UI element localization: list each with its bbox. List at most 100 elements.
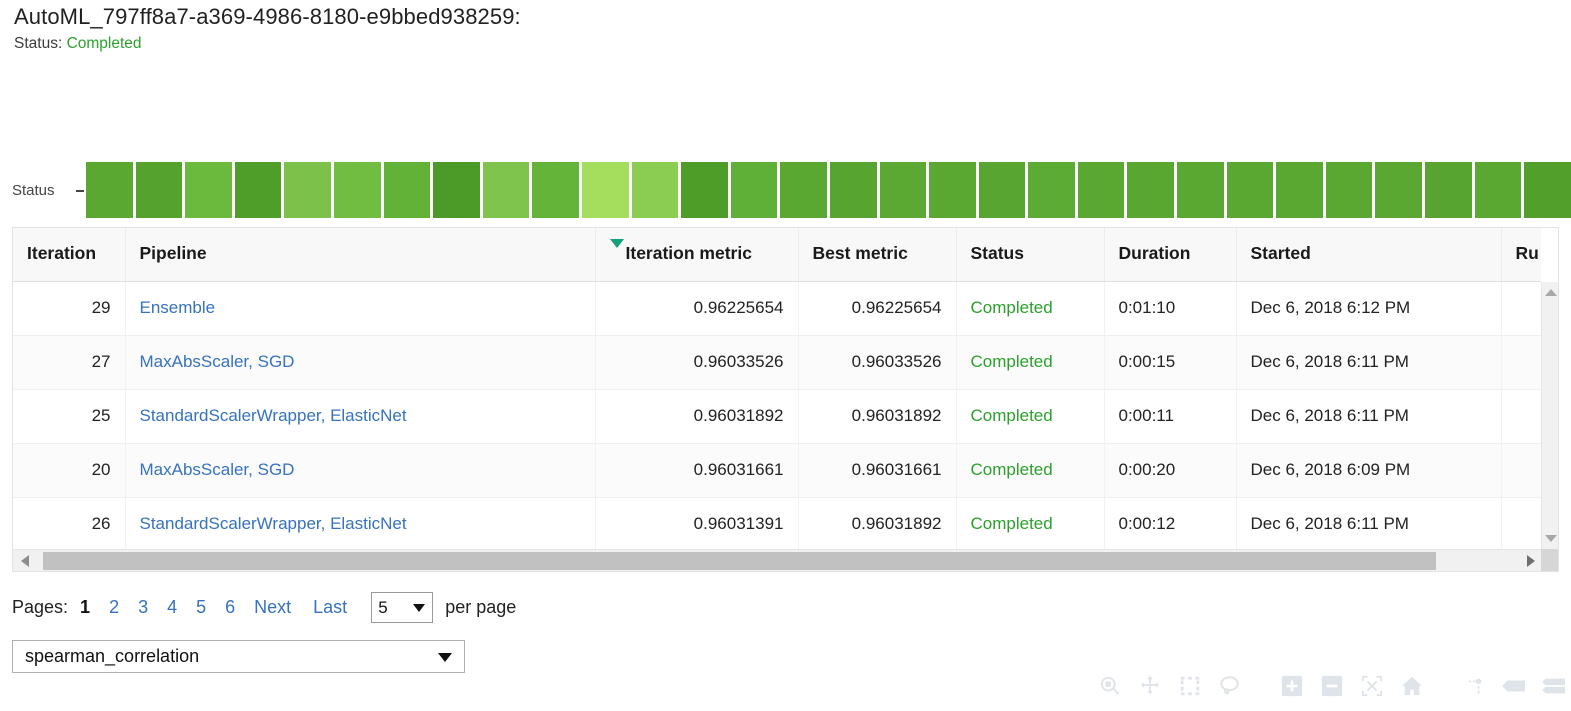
chevron-down-icon xyxy=(413,604,425,612)
table-row[interactable]: 26 StandardScalerWrapper, ElasticNet 0.960… xyxy=(13,497,1541,549)
status-bar[interactable] xyxy=(731,162,781,218)
box-select-icon[interactable] xyxy=(1177,673,1203,699)
cell-best-metric: 0.96031892 xyxy=(798,389,956,443)
status-bar[interactable] xyxy=(1326,162,1376,218)
status-bar[interactable] xyxy=(532,162,582,218)
status-bar[interactable] xyxy=(1078,162,1128,218)
status-bar[interactable] xyxy=(1127,162,1177,218)
status-bar[interactable] xyxy=(1475,162,1525,218)
pipeline-link[interactable]: MaxAbsScaler, SGD xyxy=(140,460,295,479)
page-link-1[interactable]: 1 xyxy=(80,597,90,618)
status-bar[interactable] xyxy=(483,162,533,218)
column-header-run[interactable]: Ru xyxy=(1501,228,1541,281)
status-bar[interactable] xyxy=(284,162,334,218)
cell-pipeline[interactable]: StandardScalerWrapper, ElasticNet xyxy=(125,389,595,443)
cell-pipeline[interactable]: MaxAbsScaler, SGD xyxy=(125,335,595,389)
status-bar[interactable] xyxy=(1276,162,1326,218)
column-header-status[interactable]: Status xyxy=(956,228,1104,281)
page-link-3[interactable]: 3 xyxy=(138,597,148,618)
cell-run xyxy=(1501,497,1541,549)
cell-pipeline[interactable]: Ensemble xyxy=(125,281,595,335)
pipeline-link[interactable]: Ensemble xyxy=(140,298,216,317)
horizontal-scroll-thumb[interactable] xyxy=(43,552,1436,570)
cell-pipeline[interactable]: StandardScalerWrapper, ElasticNet xyxy=(125,497,595,549)
page-link-4[interactable]: 4 xyxy=(167,597,177,618)
toggle-spike-lines-icon[interactable] xyxy=(1461,673,1487,699)
column-header-started[interactable]: Started xyxy=(1236,228,1501,281)
autoscale-icon[interactable] xyxy=(1359,673,1385,699)
pipeline-link[interactable]: MaxAbsScaler, SGD xyxy=(140,352,295,371)
per-page-select[interactable]: 5 xyxy=(371,592,433,623)
column-header-iteration-metric[interactable]: Iteration metric xyxy=(595,228,798,281)
zoom-icon[interactable] xyxy=(1097,673,1123,699)
lasso-select-icon[interactable] xyxy=(1217,673,1243,699)
pan-icon[interactable] xyxy=(1137,673,1163,699)
table-row[interactable]: 29Ensemble0.962256540.96225654Completed0… xyxy=(13,281,1541,335)
zoom-out-icon[interactable] xyxy=(1319,673,1345,699)
chart-y-axis-label: Status xyxy=(12,182,55,199)
status-bar[interactable] xyxy=(830,162,880,218)
cell-status: Completed xyxy=(956,497,1104,549)
status-bar[interactable] xyxy=(582,162,632,218)
scroll-right-arrow-icon[interactable] xyxy=(1527,555,1535,567)
cell-iteration: 26 xyxy=(13,497,125,549)
scroll-down-arrow-icon[interactable] xyxy=(1542,530,1559,547)
status-badge: Completed xyxy=(971,406,1053,425)
cell-best-metric: 0.96033526 xyxy=(798,335,956,389)
column-header-duration[interactable]: Duration xyxy=(1104,228,1236,281)
zoom-in-icon[interactable] xyxy=(1279,673,1305,699)
pipeline-link[interactable]: StandardScalerWrapper, ElasticNet xyxy=(140,406,407,425)
status-bar[interactable] xyxy=(334,162,384,218)
scroll-up-arrow-icon[interactable] xyxy=(1542,284,1559,301)
table-row[interactable]: 27MaxAbsScaler, SGD0.960335260.96033526C… xyxy=(13,335,1541,389)
cell-iteration: 29 xyxy=(13,281,125,335)
status-bar[interactable] xyxy=(1177,162,1227,218)
status-bar[interactable] xyxy=(929,162,979,218)
per-page-value: 5 xyxy=(378,598,387,618)
page-link-6[interactable]: 6 xyxy=(225,597,235,618)
cell-duration: 0:00:11 xyxy=(1104,389,1236,443)
status-bar[interactable] xyxy=(681,162,731,218)
column-header-best-metric[interactable]: Best metric xyxy=(798,228,956,281)
cell-started: Dec 6, 2018 6:11 PM xyxy=(1236,335,1501,389)
column-header-iteration[interactable]: Iteration xyxy=(13,228,125,281)
status-bar[interactable] xyxy=(1375,162,1425,218)
status-bar[interactable] xyxy=(1524,162,1571,218)
cell-pipeline[interactable]: MaxAbsScaler, SGD xyxy=(125,443,595,497)
status-bar[interactable] xyxy=(136,162,186,218)
hover-compare-icon[interactable] xyxy=(1501,673,1527,699)
status-bar[interactable] xyxy=(979,162,1029,218)
pipeline-link[interactable]: StandardScalerWrapper, ElasticNet xyxy=(140,514,407,533)
status-bars[interactable] xyxy=(86,162,1571,218)
status-bar[interactable] xyxy=(632,162,682,218)
status-bar[interactable] xyxy=(185,162,235,218)
table-row[interactable]: 25StandardScalerWrapper, ElasticNet0.960… xyxy=(13,389,1541,443)
status-bar[interactable] xyxy=(1028,162,1078,218)
status-bar[interactable] xyxy=(86,162,136,218)
reset-axes-home-icon[interactable] xyxy=(1399,673,1425,699)
status-bar[interactable] xyxy=(1227,162,1277,218)
cell-started: Dec 6, 2018 6:11 PM xyxy=(1236,497,1501,549)
cell-run xyxy=(1501,335,1541,389)
metric-select[interactable]: spearman_correlation xyxy=(12,640,465,673)
page-link-5[interactable]: 5 xyxy=(196,597,206,618)
column-header-pipeline[interactable]: Pipeline xyxy=(125,228,595,281)
hover-closest-icon[interactable] xyxy=(1541,673,1567,699)
next-page-link[interactable]: Next xyxy=(254,597,291,618)
status-badge: Completed xyxy=(971,298,1053,317)
table-vertical-scrollbar[interactable] xyxy=(1541,282,1558,549)
status-bar[interactable] xyxy=(1425,162,1475,218)
iterations-table-container: Iteration Pipeline Iteration metric Best… xyxy=(12,227,1559,572)
page-link-2[interactable]: 2 xyxy=(109,597,119,618)
table-row[interactable]: 20MaxAbsScaler, SGD0.960316610.96031661C… xyxy=(13,443,1541,497)
table-horizontal-scrollbar[interactable] xyxy=(13,549,1541,571)
status-bar[interactable] xyxy=(235,162,285,218)
automl-run-details-page: AutoML_797ff8a7-a369-4986-8180-e9bbed938… xyxy=(0,0,1571,711)
status-bar[interactable] xyxy=(880,162,930,218)
status-bar[interactable] xyxy=(384,162,434,218)
last-page-link[interactable]: Last xyxy=(313,597,347,618)
cell-iteration-metric: 0.96031391 xyxy=(595,497,798,549)
scroll-left-arrow-icon[interactable] xyxy=(21,555,29,567)
status-bar[interactable] xyxy=(780,162,830,218)
status-bar[interactable] xyxy=(433,162,483,218)
